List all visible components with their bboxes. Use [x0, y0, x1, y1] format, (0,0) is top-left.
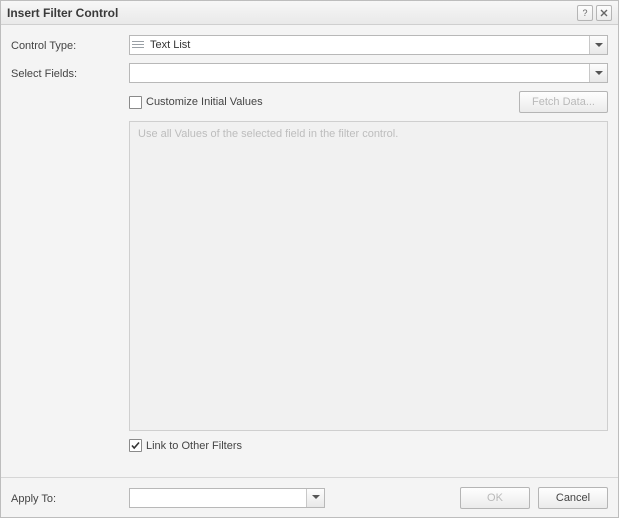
link-filters-row: Link to Other Filters — [11, 439, 608, 452]
insert-filter-control-dialog: Insert Filter Control ? Control Type: Te… — [0, 0, 619, 518]
svg-text:?: ? — [582, 8, 587, 18]
ok-button[interactable]: OK — [460, 487, 530, 509]
dialog-footer: Apply To: OK Cancel — [1, 477, 618, 517]
text-list-icon — [130, 41, 146, 49]
select-fields-label: Select Fields: — [11, 66, 129, 80]
apply-to-label: Apply To: — [11, 491, 129, 505]
select-fields-row: Select Fields: — [11, 63, 608, 83]
customize-initial-values-label: Customize Initial Values — [146, 96, 263, 108]
chevron-down-icon — [589, 64, 607, 82]
customize-row: Customize Initial Values Fetch Data... — [11, 91, 608, 113]
fetch-data-button[interactable]: Fetch Data... — [519, 91, 608, 113]
cancel-button[interactable]: Cancel — [538, 487, 608, 509]
apply-to-combo[interactable] — [129, 488, 325, 508]
control-type-value: Text List — [146, 39, 589, 51]
control-type-combo[interactable]: Text List — [129, 35, 608, 55]
dialog-body: Control Type: Text List Select Fields: — [1, 25, 618, 452]
control-type-label: Control Type: — [11, 38, 129, 52]
titlebar: Insert Filter Control ? — [1, 1, 618, 25]
select-fields-combo[interactable] — [129, 63, 608, 83]
initial-values-textarea[interactable]: Use all Values of the selected field in … — [129, 121, 608, 431]
close-button[interactable] — [596, 5, 612, 21]
customize-initial-values-checkbox[interactable] — [129, 96, 142, 109]
link-to-other-filters-checkbox[interactable] — [129, 439, 142, 452]
chevron-down-icon — [589, 36, 607, 54]
control-type-row: Control Type: Text List — [11, 35, 608, 55]
chevron-down-icon — [306, 489, 324, 507]
values-area-row: Use all Values of the selected field in … — [11, 121, 608, 431]
dialog-title: Insert Filter Control — [7, 6, 574, 20]
link-to-other-filters-label: Link to Other Filters — [146, 440, 242, 452]
help-button[interactable]: ? — [577, 5, 593, 21]
